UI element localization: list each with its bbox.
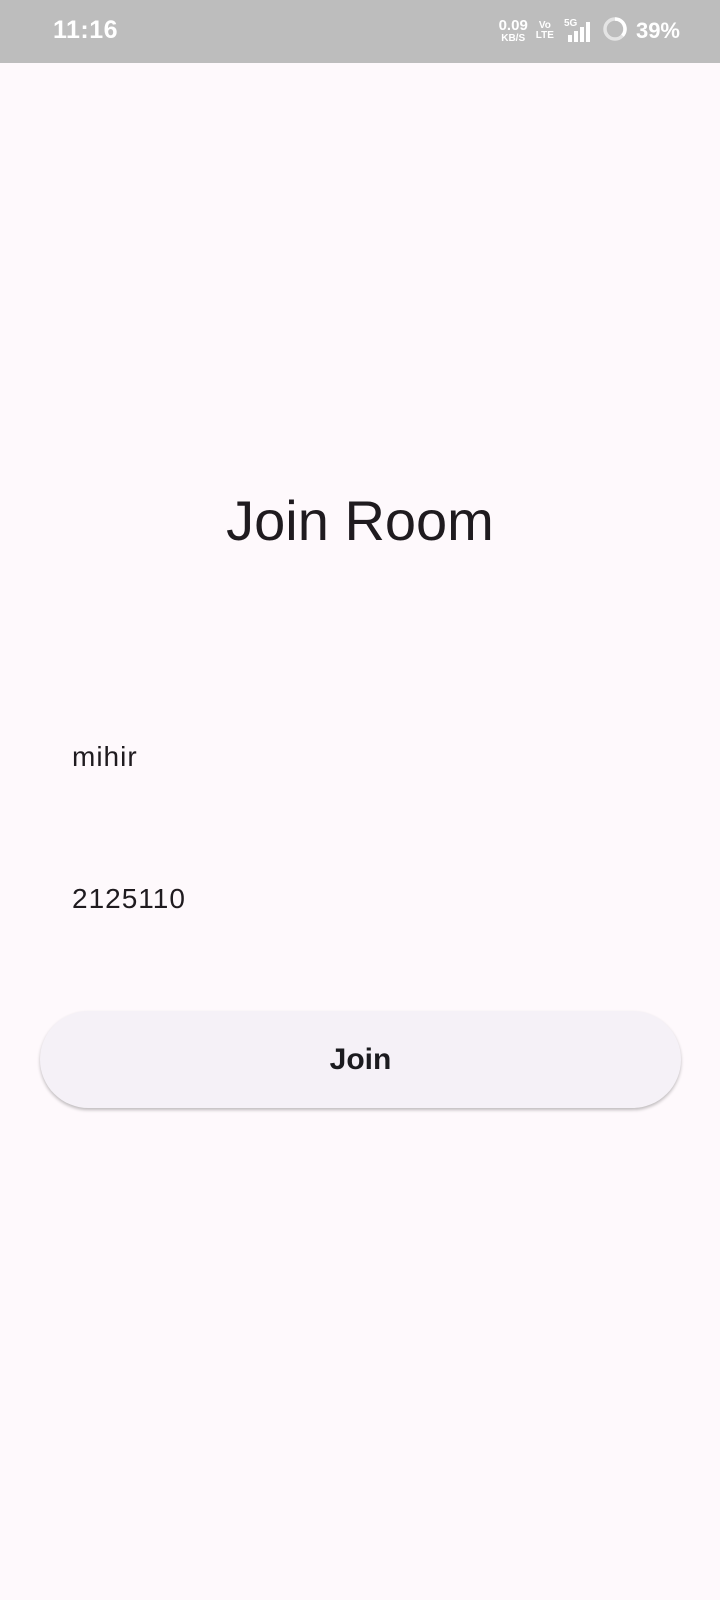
battery-ring-icon bbox=[602, 16, 628, 47]
volte-indicator: Vo LTE bbox=[536, 21, 554, 41]
name-input[interactable] bbox=[40, 722, 680, 792]
battery-percent: 39% bbox=[635, 18, 680, 43]
status-icons: 0.09 KB/S Vo LTE 5G 39% bbox=[499, 16, 680, 46]
status-time: 11:16 bbox=[53, 16, 119, 44]
volte-bottom-label: LTE bbox=[535, 30, 554, 41]
status-bar: 11:16 0.09 KB/S Vo LTE 5G 39% bbox=[0, 0, 720, 63]
join-button[interactable]: Join bbox=[40, 1011, 681, 1108]
network-speed-unit: KB/S bbox=[501, 33, 526, 44]
network-type-label: 5G bbox=[563, 18, 578, 29]
network-speed: 0.09 KB/S bbox=[499, 18, 528, 44]
signal-icon: 5G bbox=[562, 18, 594, 44]
page-title: Join Room bbox=[226, 489, 494, 552]
room-id-input[interactable] bbox=[40, 864, 680, 934]
network-speed-value: 0.09 bbox=[498, 17, 528, 34]
